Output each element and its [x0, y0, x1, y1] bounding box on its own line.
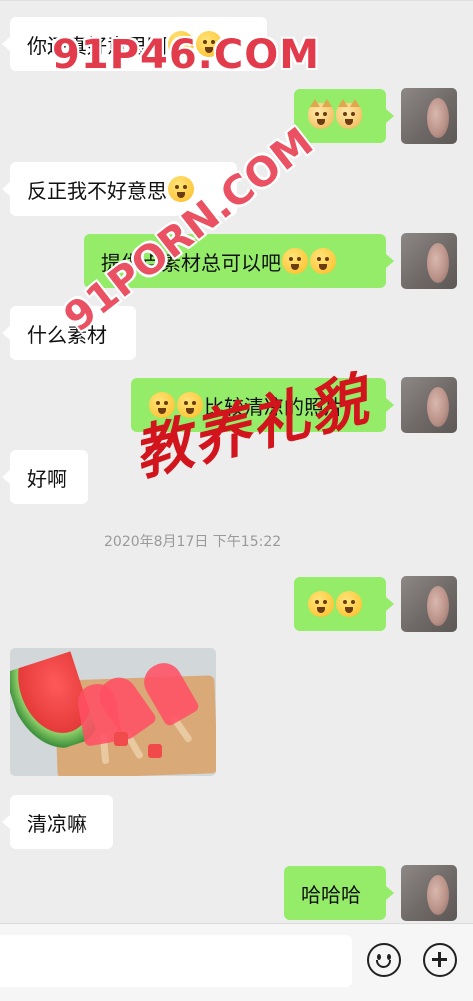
message-input[interactable]: [0, 935, 352, 987]
smiley-face-icon[interactable]: [367, 943, 401, 977]
message-bubble-outgoing[interactable]: [294, 89, 394, 143]
message-text: 反正我不好意思: [27, 178, 167, 203]
message-bubble-incoming[interactable]: 好啊: [2, 450, 88, 504]
plus-circle-icon[interactable]: [423, 943, 457, 977]
emoji-hug-icon: [308, 591, 334, 617]
emoji-yawn-icon: [168, 176, 194, 202]
avatar[interactable]: [401, 865, 457, 921]
message-bubble-outgoing[interactable]: [294, 577, 394, 631]
message-bubble-incoming[interactable]: 清凉嘛: [2, 795, 113, 849]
message-text: 清凉嘛: [27, 811, 87, 836]
avatar[interactable]: [401, 377, 457, 433]
emoji-yawn-icon: [282, 248, 308, 274]
emoji-dog-icon: [308, 99, 334, 129]
avatar[interactable]: [401, 233, 457, 289]
emoji-hug-icon: [336, 591, 362, 617]
watermark-stamp: 教养礼貌: [126, 364, 376, 489]
watermark-site-diagonal: 91PORN.COM: [55, 119, 322, 342]
message-bubble-outgoing[interactable]: 哈哈哈: [284, 866, 394, 920]
message-text: 哈哈哈: [301, 882, 361, 907]
chat-input-bar: [0, 923, 473, 1001]
emoji-dog-icon: [336, 99, 362, 129]
emoji-drool-icon: [310, 248, 336, 274]
watermelon-popsicle-photo[interactable]: [10, 648, 216, 776]
avatar[interactable]: [401, 576, 457, 632]
message-text: 好啊: [27, 466, 67, 491]
top-divider: [0, 0, 473, 11]
watermark-site-top: 91P46.COM: [52, 32, 321, 78]
avatar[interactable]: [401, 88, 457, 144]
